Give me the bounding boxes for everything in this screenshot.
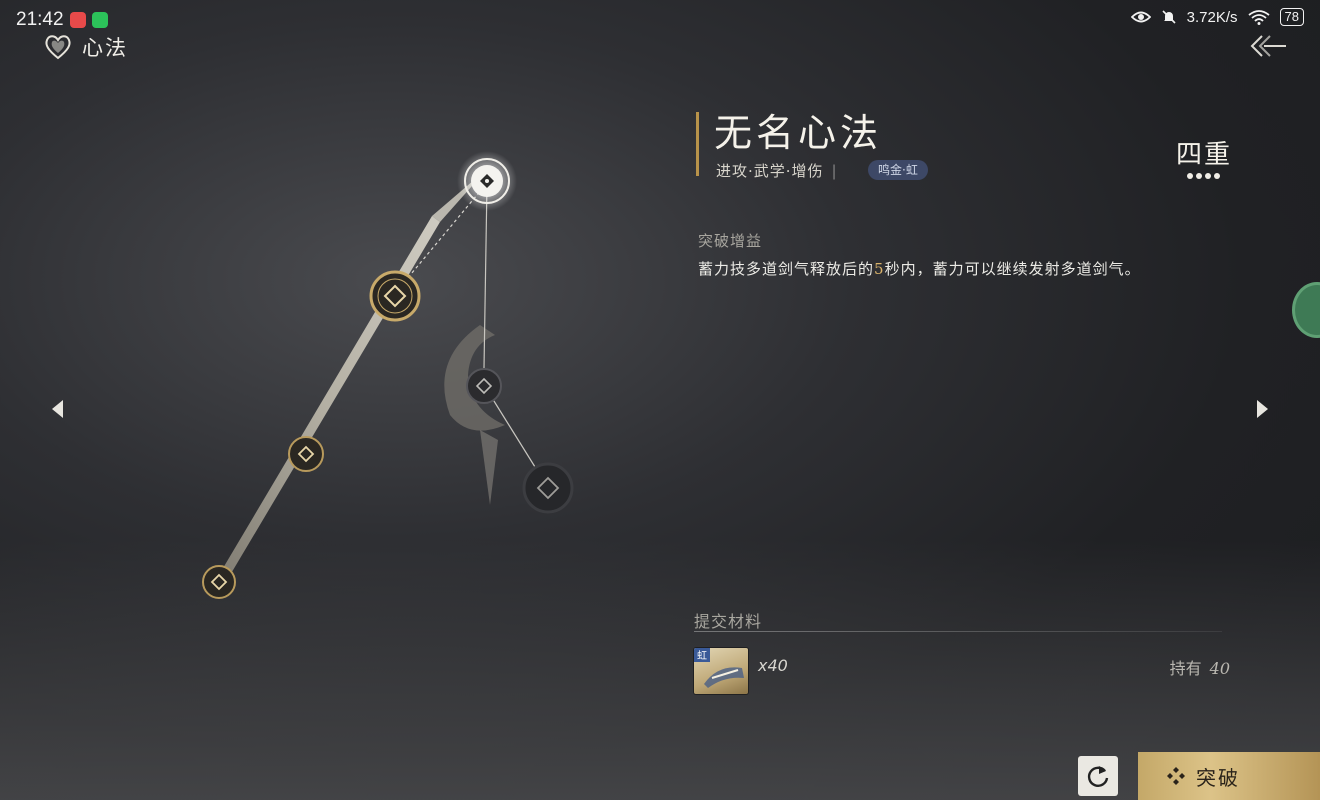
node-top-active[interactable] xyxy=(457,151,517,211)
node-pendant-dark[interactable] xyxy=(466,368,502,404)
refresh-icon xyxy=(1087,766,1109,787)
wechat-icon xyxy=(92,12,108,28)
node-bottom-gold[interactable] xyxy=(202,565,236,599)
eye-icon xyxy=(1130,11,1151,23)
heart-icon xyxy=(45,35,71,60)
sword-tassel xyxy=(480,430,498,505)
next-arrow-icon[interactable] xyxy=(1252,398,1272,420)
breakthrough-label: 突破增益 xyxy=(698,232,763,250)
rank-text: 四重 xyxy=(1175,140,1232,170)
app-notification-icon xyxy=(70,12,86,28)
rank-dots xyxy=(1176,173,1232,179)
sword-blade xyxy=(210,216,440,592)
owned-count: 持有 40 xyxy=(1169,659,1230,678)
reset-button[interactable] xyxy=(1078,756,1118,796)
materials-label: 提交材料 xyxy=(694,612,763,631)
back-arrow-icon[interactable] xyxy=(1248,32,1288,60)
skill-tags: 进攻·武学·增伤 | xyxy=(716,160,846,181)
materials-divider xyxy=(694,631,1222,632)
material-item-icon[interactable]: 虹 xyxy=(694,648,748,694)
mute-bell-icon xyxy=(1162,10,1176,24)
node-mid-gold[interactable] xyxy=(288,436,324,472)
network-speed: 3.72K/s xyxy=(1186,8,1238,26)
material-tag: 虹 xyxy=(697,650,707,662)
skill-name: 无名心法 xyxy=(714,111,883,155)
battery-indicator: 78 xyxy=(1279,8,1304,26)
breakthrough-button-label: 突破 xyxy=(1196,765,1240,790)
title-accent-bar xyxy=(696,112,699,176)
wifi-icon xyxy=(1247,10,1270,25)
breakthrough-description: 蓄力技多道剑气释放后的5秒内，蓄力可以继续发射多道剑气。 xyxy=(698,260,1141,278)
page-title: 心法 xyxy=(82,36,128,60)
tag-separator: | xyxy=(831,162,838,180)
node-upper-gold[interactable] xyxy=(369,270,421,322)
breakthrough-button[interactable]: 突破 xyxy=(1138,752,1320,800)
status-bar: 21:42 3.72K/s 78 xyxy=(0,0,1320,40)
side-chat-bubble[interactable] xyxy=(1292,282,1320,338)
diamond-cluster-icon xyxy=(1167,767,1185,785)
page-header: 心法 xyxy=(44,32,128,62)
skill-rank: 四重 xyxy=(1176,134,1232,179)
status-time: 21:42 xyxy=(16,9,64,30)
skill-tree xyxy=(202,151,574,599)
skill-badge: 鸣金·虹 xyxy=(868,160,928,180)
prev-arrow-icon[interactable] xyxy=(48,398,68,420)
status-right: 3.72K/s 78 xyxy=(1130,8,1304,26)
material-quantity: x40 xyxy=(758,656,788,675)
node-right-dark[interactable] xyxy=(522,462,574,514)
skill-tags-text: 进攻·武学·增伤 xyxy=(716,162,824,180)
